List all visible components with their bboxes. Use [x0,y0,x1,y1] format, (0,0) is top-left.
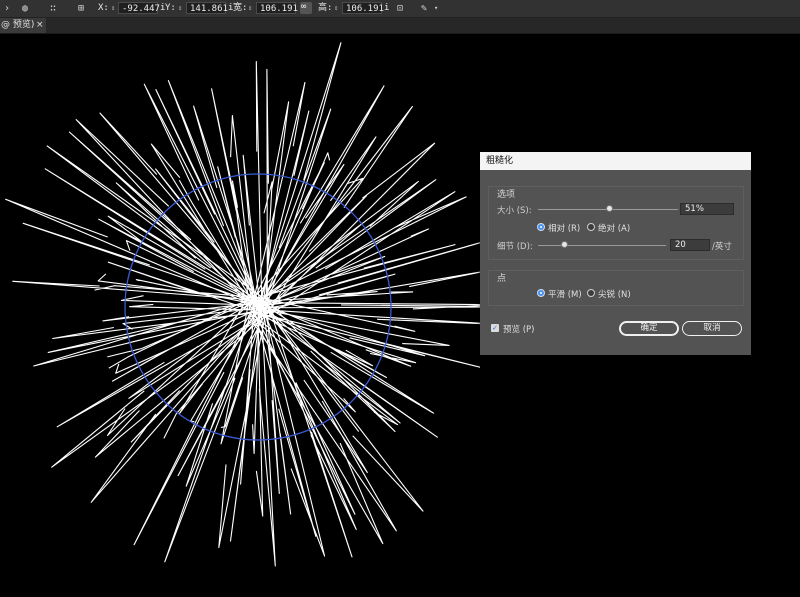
detail-label: 细节 (D): [497,242,533,252]
y-label: Y: [165,3,176,13]
width-field[interactable]: 106.191 [256,2,298,14]
corner-label[interactable]: 尖锐 (N) [598,288,631,300]
control-bar: › ◍ ∷ ⊞ X: ⇕ -92.447 i Y: ⇕ 141.861 i 宽:… [0,0,800,18]
chevron-right-icon[interactable]: › [4,0,10,17]
size-label: 大小 (S): [497,206,532,216]
transform-dots-icon[interactable]: ∷ [50,0,56,17]
y-stepper[interactable]: ⇕ [178,0,182,17]
brush-icon[interactable]: ✎ [421,0,427,17]
starburst-strokes [5,42,480,567]
smooth-label[interactable]: 平滑 (M) [548,288,582,300]
constrain-proportions-button[interactable]: ∞ [300,2,312,14]
artwork-canvas [5,42,480,567]
roughened-starburst-artwork[interactable] [5,42,480,567]
dialog-title: 粗糙化 [486,156,514,166]
height-stepper[interactable]: ⇕ [334,0,338,17]
width-stepper[interactable]: ⇕ [248,0,252,17]
detail-field[interactable]: 20 [670,239,710,251]
link-icon: ∞ [301,2,307,12]
detail-unit: /英寸 [712,242,732,252]
size-field[interactable]: 51% [680,203,734,215]
globe-icon[interactable]: ◍ [22,0,28,17]
x-label: X: [98,3,109,13]
x-field[interactable]: -92.447 [118,2,160,14]
checkmark-icon: ✓ [492,324,498,332]
corner-radio[interactable] [587,289,595,297]
options-group-label: 选项 [497,190,516,200]
relative-label[interactable]: 相对 (R) [548,222,580,234]
dropdown-arrow-icon[interactable]: ▾ [434,0,438,17]
tab-close-icon[interactable]: × [36,18,44,33]
height-field[interactable]: 106.191 [342,2,384,14]
relative-radio[interactable] [537,223,545,231]
detail-slider-thumb[interactable] [560,241,568,248]
preview-label[interactable]: 预览 (P) [503,323,534,335]
document-tab[interactable]: @ 预览) × [0,18,46,33]
y-field[interactable]: 141.861 [186,2,228,14]
detail-slider[interactable] [538,245,666,246]
preview-checkbox[interactable]: ✓ [491,324,499,332]
absolute-label[interactable]: 绝对 (A) [598,222,630,234]
smooth-radio[interactable] [537,289,545,297]
x-stepper[interactable]: ⇕ [111,0,115,17]
cancel-button[interactable]: 取消 [682,321,742,336]
height-unit: i [384,3,390,13]
document-tab-bar: @ 预览) × [0,18,800,34]
dialog-titlebar[interactable]: 粗糙化 [480,152,751,170]
height-label: 高: [318,3,333,13]
width-label: 宽: [233,3,248,13]
absolute-radio[interactable] [587,223,595,231]
roughen-dialog: 粗糙化 选项 大小 (S): 51% 相对 (R) 绝对 (A) 细节 (D):… [480,152,751,355]
ok-button[interactable]: 确定 [619,321,679,336]
transform-icon[interactable]: ⊡ [397,0,403,17]
document-tab-title: @ 预览) [1,20,35,30]
reference-point-icon[interactable]: ⊞ [78,0,84,17]
points-group-label: 点 [497,274,507,284]
